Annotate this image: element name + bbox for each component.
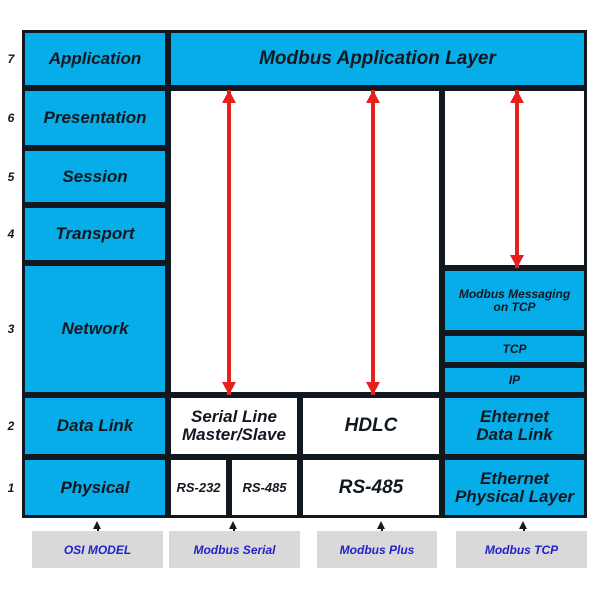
- osi-layer-transport: Transport: [22, 205, 168, 263]
- arrow-head-up: [510, 90, 524, 103]
- osi-layer-data-link: Data Link: [22, 395, 168, 457]
- legend-modbus-tcp: Modbus TCP: [456, 531, 587, 568]
- legend-osi-model: OSI MODEL: [32, 531, 163, 568]
- arrow-serial-app-to-datalink: [222, 90, 236, 395]
- empty-region-serial-plus: [168, 88, 442, 395]
- osi-layer-presentation: Presentation: [22, 88, 168, 148]
- arrow-tcp-app-to-messaging: [510, 90, 524, 268]
- modbus-messaging-line1: Modbus Messaging: [458, 286, 571, 301]
- modbus-application-layer-box: Modbus Application Layer: [168, 30, 587, 88]
- hdlc-box: HDLC: [300, 395, 442, 457]
- layer-number-4: 4: [7, 227, 15, 241]
- legend-arrow-head: [93, 521, 101, 529]
- osi-layer-session: Session: [22, 148, 168, 205]
- osi-modbus-diagram: 7 6 5 4 3 2 1 Application Presentation S…: [0, 0, 608, 589]
- modbus-messaging-on-tcp-box: Modbus Messaging on TCP: [442, 268, 587, 333]
- osi-layer-physical: Physical: [22, 457, 168, 518]
- arrow-head-down: [366, 382, 380, 395]
- legend-arrow-head: [377, 521, 385, 529]
- arrow-head-down: [222, 382, 236, 395]
- legend-arrow-head: [229, 521, 237, 529]
- layer-number-3: 3: [7, 322, 15, 336]
- ethernet-physical-layer-box: Ethernet Physical Layer: [442, 457, 587, 518]
- ethernet-physical-line1: Ethernet: [480, 468, 549, 488]
- ethernet-data-link-line1: Ehternet: [480, 407, 549, 427]
- layer-number-2: 2: [7, 419, 15, 433]
- modbus-messaging-line2: on TCP: [493, 299, 536, 314]
- serial-line-label-line2: Master/Slave: [182, 425, 286, 444]
- arrow-plus-app-to-datalink: [366, 90, 380, 395]
- ip-box: IP: [442, 365, 587, 395]
- serial-line-master-slave-box: Serial Line Master/Slave: [168, 395, 300, 457]
- arrow-shaft: [515, 90, 519, 268]
- serial-line-label-line1: Serial Line: [191, 407, 277, 427]
- layer-number-6: 6: [7, 111, 15, 125]
- osi-layer-application: Application: [22, 30, 168, 88]
- tcp-box: TCP: [442, 333, 587, 365]
- arrow-head-down: [510, 255, 524, 268]
- legend-modbus-serial: Modbus Serial: [169, 531, 300, 568]
- rs485-plus-box: RS-485: [300, 457, 442, 518]
- arrow-head-up: [222, 90, 236, 103]
- osi-layer-network: Network: [22, 263, 168, 395]
- ethernet-data-link-line2: Data Link: [476, 425, 553, 444]
- legend-modbus-plus: Modbus Plus: [317, 531, 437, 568]
- arrow-head-up: [366, 90, 380, 103]
- layer-number-7: 7: [7, 52, 15, 66]
- legend-arrow-head: [519, 521, 527, 529]
- ethernet-physical-line2: Physical Layer: [454, 486, 575, 506]
- arrow-shaft: [227, 90, 231, 395]
- layer-number-1: 1: [7, 480, 15, 495]
- rs485-serial-box: RS-485: [229, 457, 300, 518]
- rs232-box: RS-232: [168, 457, 229, 518]
- ethernet-data-link-box: Ehternet Data Link: [442, 395, 587, 457]
- arrow-shaft: [371, 90, 375, 395]
- layer-number-5: 5: [7, 169, 15, 184]
